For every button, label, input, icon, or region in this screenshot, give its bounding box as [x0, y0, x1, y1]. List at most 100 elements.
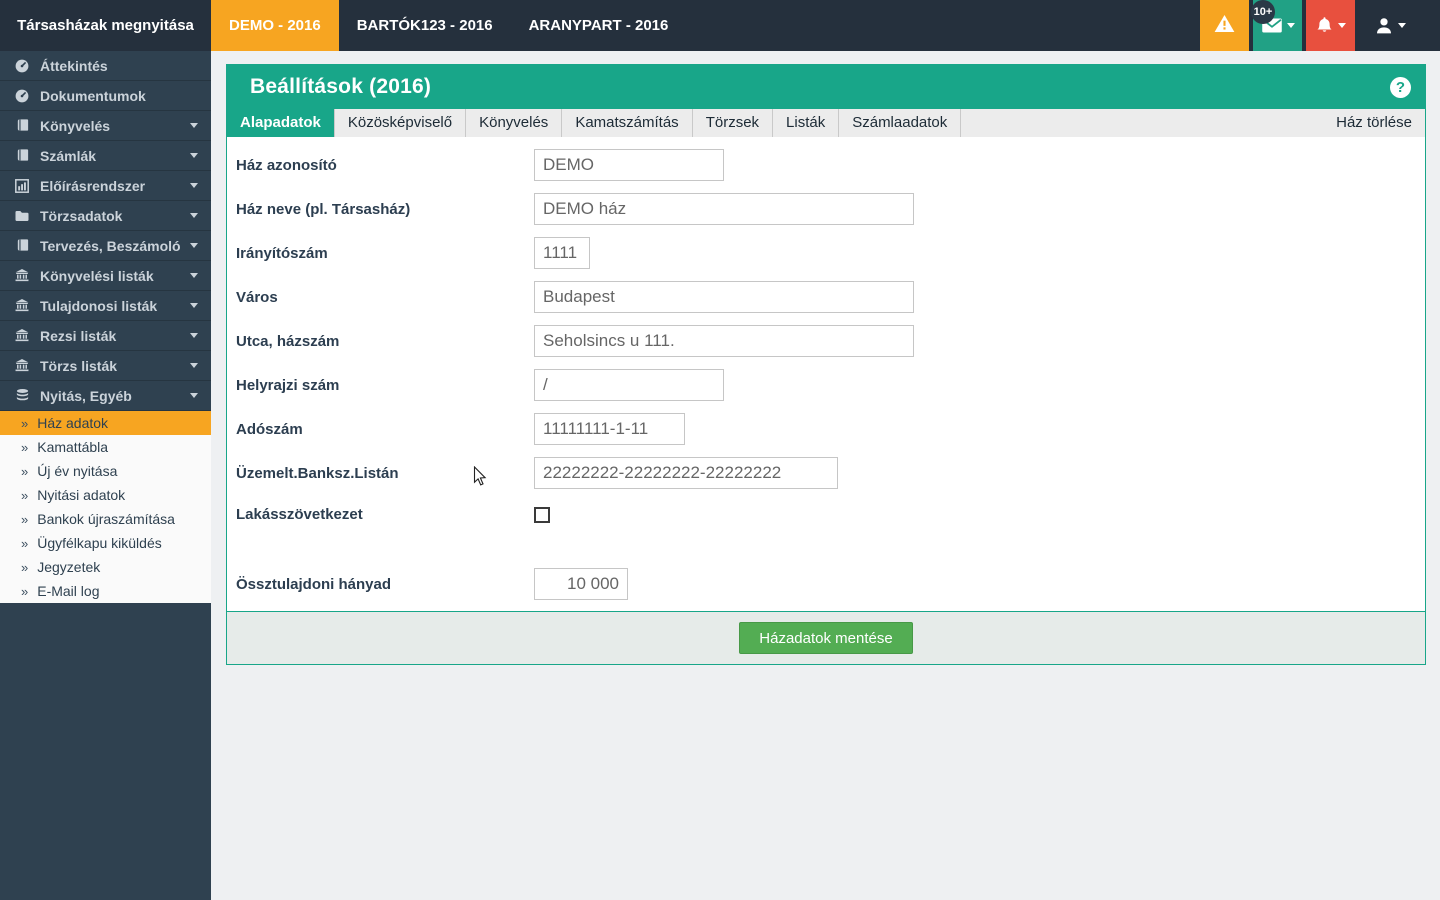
- caret-down-icon: [190, 213, 198, 218]
- field-label-adoszam: Adószám: [236, 421, 534, 438]
- sidebar-item-eloirasrendszer[interactable]: Előírásrendszer: [0, 171, 211, 201]
- field-label-iranyitoszam: Irányítószám: [236, 245, 534, 262]
- submenu-item-label: E-Mail log: [37, 583, 99, 599]
- delete-house-link[interactable]: Ház törlése: [1336, 109, 1425, 137]
- field-label-utca-hazszam: Utca, házszám: [236, 333, 534, 350]
- tab-kozoskepviselo[interactable]: Közösképviselő: [335, 109, 466, 137]
- sidebar-item-label: Könyvelési listák: [40, 268, 154, 284]
- sidebar-item-rezsi-listak[interactable]: Rezsi listák: [0, 321, 211, 351]
- haz-neve-input[interactable]: [534, 193, 914, 225]
- submenu-item-label: Ház adatok: [37, 415, 108, 431]
- sidebar-item-konyvelesi-listak[interactable]: Könyvelési listák: [0, 261, 211, 291]
- caret-down-icon: [190, 363, 198, 368]
- warning-icon: [1213, 13, 1236, 39]
- house-tab-aranypart[interactable]: ARANYPART - 2016: [511, 0, 687, 51]
- folder-icon: [13, 208, 31, 224]
- house-data-form: Ház azonosító Ház neve (pl. Társasház) I…: [227, 137, 1425, 611]
- submenu-item-label: Új év nyitása: [37, 463, 117, 479]
- adoszam-input[interactable]: [534, 413, 685, 445]
- sidebar-item-label: Tervezés, Beszámoló: [40, 238, 181, 254]
- notifications-button[interactable]: [1306, 0, 1355, 51]
- gauge-icon: [13, 88, 31, 104]
- warning-button[interactable]: [1200, 0, 1249, 51]
- tab-konyveles[interactable]: Könyvelés: [466, 109, 562, 137]
- sidebar-submenu-nyitas-egyeb: » Ház adatok » Kamattábla » Új év nyitás…: [0, 411, 211, 603]
- tab-listak[interactable]: Listák: [773, 109, 839, 137]
- submenu-item-haz-adatok[interactable]: » Ház adatok: [0, 411, 211, 435]
- sidebar-item-label: Számlák: [40, 148, 96, 164]
- bell-icon: [1315, 16, 1334, 35]
- chevron-down-icon: [1398, 23, 1406, 28]
- varos-input[interactable]: [534, 281, 914, 313]
- field-label-uzemelt-banksz: Üzemelt.Banksz.Listán: [236, 465, 534, 482]
- sidebar-item-label: Törzsadatok: [40, 208, 122, 224]
- submenu-item-email-log[interactable]: » E-Mail log: [0, 579, 211, 603]
- bank-icon: [13, 268, 31, 283]
- tab-alapadatok[interactable]: Alapadatok: [227, 109, 335, 137]
- submenu-item-jegyzetek[interactable]: » Jegyzetek: [0, 555, 211, 579]
- user-menu-button[interactable]: [1365, 0, 1414, 51]
- double-chevron-icon: »: [21, 560, 28, 575]
- sidebar-item-tervezes-beszamolo[interactable]: Tervezés, Beszámoló: [0, 231, 211, 261]
- caret-down-icon: [190, 303, 198, 308]
- uzemelt-banksz-input[interactable]: [534, 457, 838, 489]
- field-label-lakasszovetkezet: Lakásszövetkezet: [236, 506, 534, 523]
- caret-down-icon: [190, 123, 198, 128]
- submenu-item-uj-ev-nyitasa[interactable]: » Új év nyitása: [0, 459, 211, 483]
- submenu-item-nyitasi-adatok[interactable]: » Nyitási adatok: [0, 483, 211, 507]
- book-icon: [13, 118, 31, 133]
- bank-icon: [13, 298, 31, 313]
- tab-torzsek[interactable]: Törzsek: [693, 109, 773, 137]
- save-house-data-button[interactable]: Házadatok mentése: [739, 622, 912, 654]
- gauge-icon: [13, 58, 31, 74]
- sidebar-item-konyveles[interactable]: Könyvelés: [0, 111, 211, 141]
- helyrajzi-szam-input[interactable]: [534, 369, 724, 401]
- bank-icon: [13, 328, 31, 343]
- sidebar: Áttekintés Dokumentumok Könyvelés Számlá…: [0, 51, 211, 900]
- bar-chart-icon: [13, 178, 31, 194]
- ossztulajdoni-hanyad-input[interactable]: [534, 568, 628, 600]
- double-chevron-icon: »: [21, 440, 28, 455]
- app-title: Társasházak megnyitása: [0, 0, 211, 51]
- sidebar-item-torzs-listak[interactable]: Törzs listák: [0, 351, 211, 381]
- messages-count-badge: 10+: [1251, 0, 1275, 24]
- caret-down-icon: [190, 153, 198, 158]
- messages-button[interactable]: 10+: [1253, 0, 1302, 51]
- bank-icon: [13, 358, 31, 373]
- double-chevron-icon: »: [21, 512, 28, 527]
- topbar-actions: 10+: [1200, 0, 1414, 51]
- submenu-item-label: Jegyzetek: [37, 559, 100, 575]
- book-icon: [13, 148, 31, 163]
- iranyitoszam-input[interactable]: [534, 237, 590, 269]
- chevron-down-icon: [1338, 23, 1346, 28]
- sidebar-item-szamlak[interactable]: Számlák: [0, 141, 211, 171]
- double-chevron-icon: »: [21, 416, 28, 431]
- submenu-item-kamattabla[interactable]: » Kamattábla: [0, 435, 211, 459]
- sidebar-item-tulajdonosi-listak[interactable]: Tulajdonosi listák: [0, 291, 211, 321]
- sidebar-item-label: Könyvelés: [40, 118, 110, 134]
- field-label-ossztulajdoni-hanyad: Össztulajdoni hányad: [236, 576, 534, 593]
- haz-azonosito-input[interactable]: [534, 149, 724, 181]
- sidebar-item-dokumentumok[interactable]: Dokumentumok: [0, 81, 211, 111]
- caret-down-icon: [190, 183, 198, 188]
- house-tab-demo[interactable]: DEMO - 2016: [211, 0, 339, 51]
- page-title: Beállítások (2016): [250, 75, 431, 99]
- help-icon[interactable]: ?: [1390, 77, 1411, 98]
- utca-hazszam-input[interactable]: [534, 325, 914, 357]
- tab-szamlaadatok[interactable]: Számlaadatok: [839, 109, 961, 137]
- caret-down-icon: [190, 393, 198, 398]
- house-tabs: DEMO - 2016 BARTÓK123 - 2016 ARANYPART -…: [211, 0, 686, 51]
- submenu-item-ugyfelkapu-kikuldes[interactable]: » Ügyfélkapu kiküldés: [0, 531, 211, 555]
- user-icon: [1374, 16, 1394, 36]
- house-tab-bartok[interactable]: BARTÓK123 - 2016: [339, 0, 511, 51]
- submenu-item-label: Ügyfélkapu kiküldés: [37, 535, 162, 551]
- tab-kamatszamitas[interactable]: Kamatszámítás: [562, 109, 692, 137]
- double-chevron-icon: »: [21, 488, 28, 503]
- lakasszovetkezet-checkbox[interactable]: [534, 507, 550, 523]
- double-chevron-icon: »: [21, 464, 28, 479]
- sidebar-item-attekintes[interactable]: Áttekintés: [0, 51, 211, 81]
- sidebar-item-nyitas-egyeb[interactable]: Nyitás, Egyéb: [0, 381, 211, 411]
- submenu-item-bankok-ujraszamitasa[interactable]: » Bankok újraszámítása: [0, 507, 211, 531]
- sidebar-item-torzsadatok[interactable]: Törzsadatok: [0, 201, 211, 231]
- mouse-cursor: [473, 466, 489, 493]
